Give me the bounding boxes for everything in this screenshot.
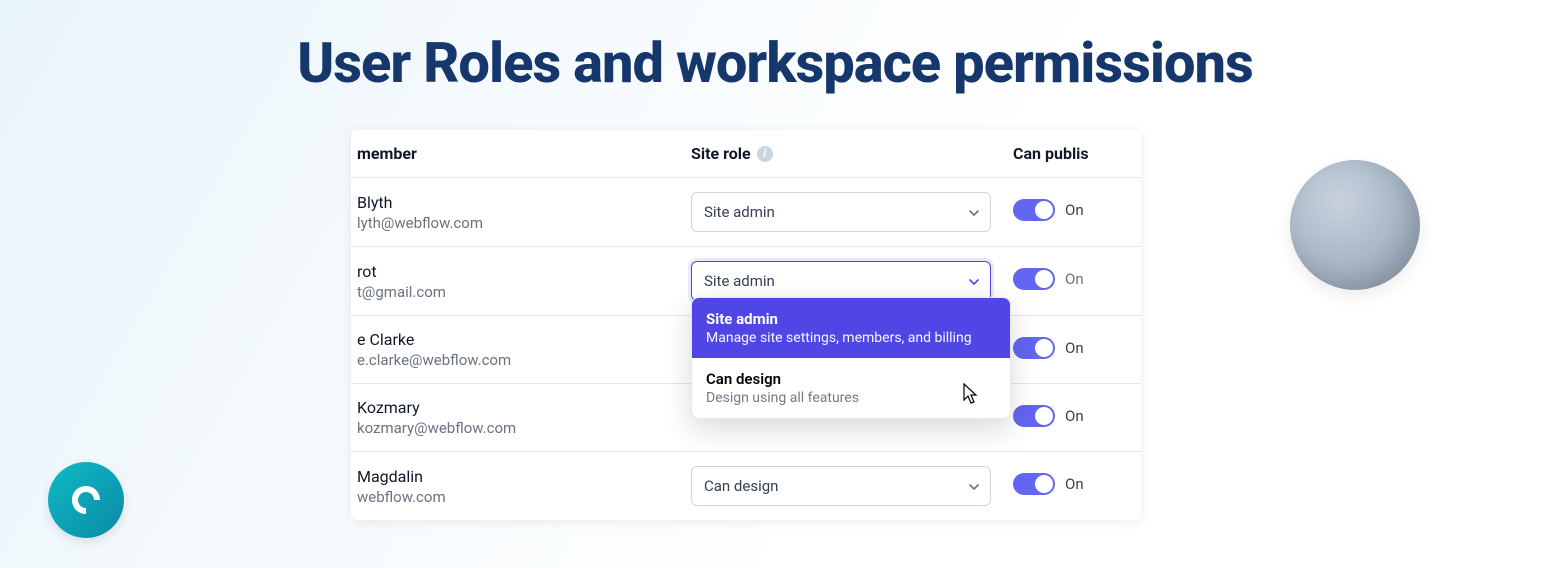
member-cell: Kozmary kozmary@webflow.com [351, 398, 691, 437]
table-row: Magdalin webflow.com Can design On [351, 452, 1141, 520]
toggle-switch[interactable] [1013, 405, 1055, 427]
site-role-value: Can design [704, 477, 778, 495]
publish-cell: On [1013, 405, 1133, 431]
member-cell: e Clarke e.clarke@webflow.com [351, 330, 691, 369]
role-cell: Site admin [691, 261, 1013, 301]
toggle-switch[interactable] [1013, 473, 1055, 495]
chevron-down-icon [968, 481, 978, 491]
dropdown-option[interactable]: Site admin Manage site settings, members,… [692, 298, 1010, 358]
chevron-down-icon [968, 276, 978, 286]
permissions-panel: member Site role i Can publis Blyth lyth@… [351, 130, 1141, 520]
member-name: e Clarke [357, 330, 691, 349]
site-role-dropdown[interactable]: Site admin Manage site settings, members,… [691, 297, 1011, 419]
toggle-switch[interactable] [1013, 337, 1055, 359]
info-icon[interactable]: i [757, 146, 773, 162]
can-publish-toggle[interactable]: On [1013, 405, 1084, 427]
can-publish-toggle[interactable]: On [1013, 268, 1084, 290]
toggle-label: On [1065, 201, 1084, 219]
member-name: rot [357, 262, 691, 281]
logo-icon [66, 480, 106, 520]
dropdown-option-desc: Manage site settings, members, and billi… [706, 330, 996, 346]
role-cell: Can design [691, 466, 1013, 506]
publish-cell: On [1013, 268, 1133, 294]
header-site-role: Site role i [691, 144, 1013, 163]
member-cell: Blyth lyth@webflow.com [351, 193, 691, 232]
decorative-sphere [1290, 160, 1420, 290]
can-publish-toggle[interactable]: On [1013, 473, 1084, 495]
toggle-switch[interactable] [1013, 268, 1055, 290]
pointer-cursor-icon [958, 382, 980, 412]
header-member: member [351, 144, 691, 163]
member-cell: Magdalin webflow.com [351, 467, 691, 506]
table-row: Blyth lyth@webflow.com Site admin On [351, 178, 1141, 247]
dropdown-option-title: Site admin [706, 310, 996, 328]
chevron-down-icon [968, 207, 978, 217]
member-email: kozmary@webflow.com [357, 419, 691, 437]
site-role-select[interactable]: Can design [691, 466, 991, 506]
member-name: Kozmary [357, 398, 691, 417]
dropdown-option-title: Can design [706, 370, 996, 388]
member-email: lyth@webflow.com [357, 214, 691, 232]
site-role-value: Site admin [704, 272, 775, 290]
member-email: webflow.com [357, 488, 691, 506]
header-can-publish: Can publis [1013, 144, 1133, 163]
role-cell: Site admin [691, 192, 1013, 232]
toggle-label: On [1065, 270, 1084, 288]
toggle-label: On [1065, 475, 1084, 493]
publish-cell: On [1013, 473, 1133, 499]
dropdown-option-desc: Design using all features [706, 390, 996, 406]
can-publish-toggle[interactable]: On [1013, 199, 1084, 221]
publish-cell: On [1013, 199, 1133, 225]
member-name: Blyth [357, 193, 691, 212]
toggle-switch[interactable] [1013, 199, 1055, 221]
site-role-select[interactable]: Site admin [691, 192, 991, 232]
toggle-label: On [1065, 407, 1084, 425]
member-email: t@gmail.com [357, 283, 691, 301]
table-row: rott@gmail.comSite adminOnSite adminMana… [351, 247, 1141, 316]
member-email: e.clarke@webflow.com [357, 351, 691, 369]
brand-logo [48, 462, 124, 538]
member-cell: rot t@gmail.com [351, 262, 691, 301]
can-publish-toggle[interactable]: On [1013, 337, 1084, 359]
publish-cell: On [1013, 337, 1133, 363]
site-role-value: Site admin [704, 203, 775, 221]
site-role-select[interactable]: Site admin [691, 261, 991, 301]
member-name: Magdalin [357, 467, 691, 486]
table-header: member Site role i Can publis [351, 130, 1141, 178]
page-title: User Roles and workspace permissions [0, 0, 1550, 96]
header-site-role-label: Site role [691, 144, 751, 163]
toggle-label: On [1065, 339, 1084, 357]
